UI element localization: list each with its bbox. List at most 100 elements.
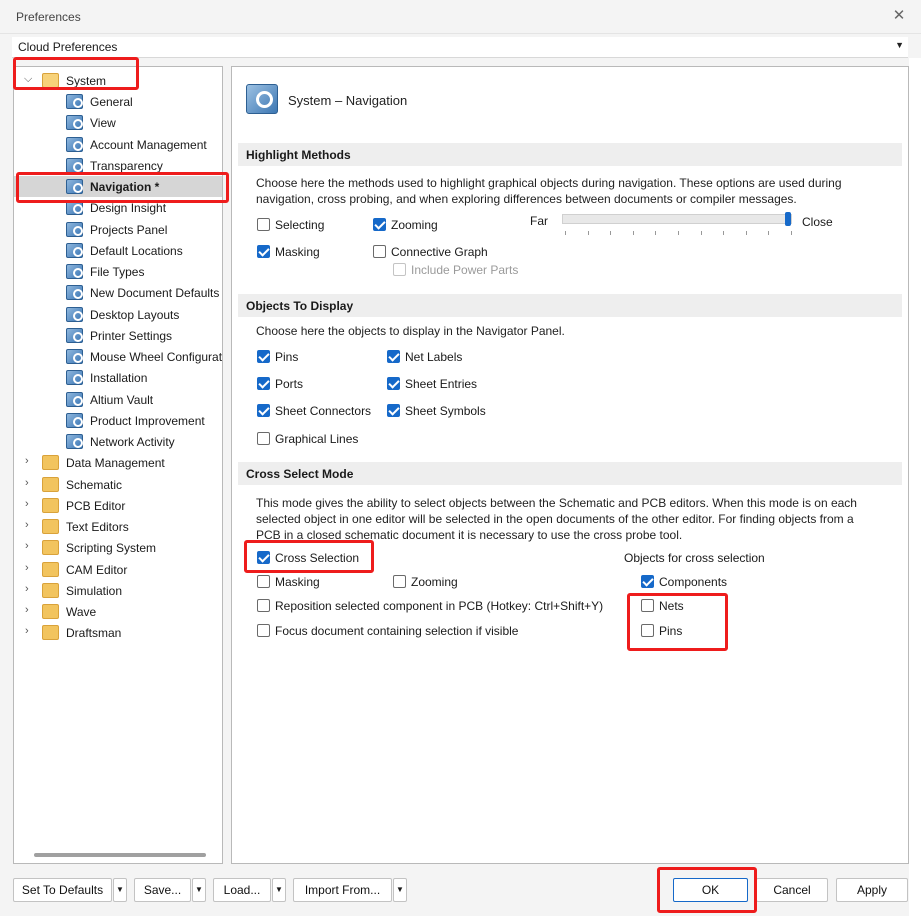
folder-icon xyxy=(42,455,59,471)
tree-item-printer-settings[interactable]: Printer Settings xyxy=(14,325,222,346)
objects-description: Choose here the objects to display in th… xyxy=(256,324,565,338)
folder-icon xyxy=(42,497,59,513)
folder-icon xyxy=(42,582,59,598)
tree-item-default-locations[interactable]: Default Locations xyxy=(14,240,222,261)
page-title: System – Navigation xyxy=(288,93,408,108)
tree-item-label: Network Activity xyxy=(90,435,175,449)
tree-item-cam-editor[interactable]: › CAM Editor xyxy=(14,559,222,580)
chevron-down-icon: ▼ xyxy=(895,40,904,50)
preference-page-icon xyxy=(66,242,83,258)
chevron-right-icon[interactable]: › xyxy=(25,498,29,510)
chevron-right-icon[interactable]: › xyxy=(25,604,29,616)
defaults-dropdown-arrow[interactable]: ▼ xyxy=(113,878,127,902)
preferences-combo[interactable]: Cloud Preferences ▼ xyxy=(12,37,908,58)
cross-description: This mode gives the ability to select ob… xyxy=(256,496,857,542)
load-button[interactable]: Load... xyxy=(213,878,271,902)
import-dropdown-arrow[interactable]: ▼ xyxy=(393,878,407,902)
chevron-right-icon[interactable]: › xyxy=(25,583,29,595)
objects-for-cross-selection-label: Objects for cross selection xyxy=(624,551,765,565)
folder-icon xyxy=(42,519,59,534)
slider-tick xyxy=(700,231,702,235)
tree-item-design-insight[interactable]: Design Insight xyxy=(14,197,222,218)
preference-page-icon xyxy=(66,136,83,152)
save-dropdown-arrow[interactable]: ▼ xyxy=(192,878,206,902)
preference-page-icon xyxy=(66,391,83,407)
slider-tick xyxy=(678,231,679,235)
chevron-right-icon[interactable]: › xyxy=(25,562,29,574)
tree-item-scripting-system[interactable]: › Scripting System xyxy=(14,537,222,558)
tree-item-pcb-editor[interactable]: › PCB Editor xyxy=(14,495,222,516)
tree-item-label: New Document Defaults xyxy=(90,286,220,301)
section-heading: Objects To Display xyxy=(246,299,354,313)
cancel-button[interactable]: Cancel xyxy=(756,878,828,902)
preference-page-icon xyxy=(66,200,83,216)
tree-item-label: General xyxy=(90,95,133,109)
chevron-right-icon[interactable]: › xyxy=(25,519,29,531)
tree-item-navigation[interactable]: Navigation * xyxy=(14,176,222,197)
tree-item-wave[interactable]: › Wave xyxy=(14,601,222,622)
preference-page-icon xyxy=(66,327,83,343)
tree-item-system[interactable]: ⌵ System xyxy=(14,70,222,91)
slider-thumb[interactable] xyxy=(785,212,791,226)
ok-button[interactable]: OK xyxy=(673,878,748,902)
tree-item-simulation[interactable]: › Simulation xyxy=(14,580,222,601)
tree-item-label: Printer Settings xyxy=(90,328,173,343)
tree-item-altium-vault[interactable]: Altium Vault xyxy=(14,389,222,410)
tree-item-data-management[interactable]: › Data Management xyxy=(14,452,222,473)
section-cross-select-mode: Cross Select Mode xyxy=(238,462,902,485)
slider-tick xyxy=(610,231,612,235)
preference-page-icon xyxy=(66,115,83,131)
tree-item-account-management[interactable]: Account Management xyxy=(14,134,222,155)
tree-item-mouse-wheel-configurati[interactable]: Mouse Wheel Configurati xyxy=(14,346,222,367)
tree-item-label: Mouse Wheel Configurati xyxy=(90,350,223,364)
save-button[interactable]: Save... xyxy=(134,878,191,902)
chevron-right-icon[interactable]: › xyxy=(25,455,29,467)
tree-item-schematic[interactable]: › Schematic xyxy=(14,474,222,495)
chevron-right-icon[interactable]: › xyxy=(25,625,29,637)
preferences-tree[interactable]: ⌵ System General View Account Management Tr… xyxy=(13,66,223,864)
tree-item-desktop-layouts[interactable]: Desktop Layouts xyxy=(14,304,222,325)
tree-item-text-editors[interactable]: › Text Editors xyxy=(14,516,222,537)
preference-page-icon xyxy=(66,157,83,173)
tree-item-draftsman[interactable]: › Draftsman xyxy=(14,622,222,643)
tree-item-label: Simulation xyxy=(66,583,123,598)
tree-item-transparency[interactable]: Transparency xyxy=(14,155,222,176)
folder-icon xyxy=(42,540,59,556)
tree-item-product-improvement[interactable]: Product Improvement xyxy=(14,410,222,431)
settings-panel: System – Navigation Highlight Methods Ch… xyxy=(231,66,909,864)
slider-tick xyxy=(723,231,725,235)
title-bar xyxy=(0,0,921,34)
navigation-icon xyxy=(246,84,278,114)
tree-item-new-document-defaults[interactable]: New Document Defaults xyxy=(14,282,222,303)
load-dropdown-arrow[interactable]: ▼ xyxy=(272,878,286,902)
folder-open-icon xyxy=(42,73,59,88)
close-icon[interactable]: ✕ xyxy=(890,6,908,26)
slider-tick xyxy=(655,231,657,235)
preference-page-icon xyxy=(66,179,83,194)
slider-close-label: Close xyxy=(802,215,833,229)
section-highlight-methods: Highlight Methods xyxy=(238,143,902,166)
tree-item-projects-panel[interactable]: Projects Panel xyxy=(14,219,222,240)
tree-item-label: Wave xyxy=(66,605,97,619)
highlight-slider[interactable] xyxy=(562,214,792,224)
slider-tick xyxy=(632,231,634,235)
apply-button[interactable]: Apply xyxy=(836,878,908,902)
tree-item-file-types[interactable]: File Types xyxy=(14,261,222,282)
tree-item-label: Product Improvement xyxy=(90,413,205,428)
set-to-defaults-button[interactable]: Set To Defaults xyxy=(13,878,112,902)
horizontal-scrollbar[interactable] xyxy=(34,853,206,857)
tree-item-general[interactable]: General xyxy=(14,91,222,112)
preference-page-icon xyxy=(66,370,83,386)
tree-item-label: Account Management xyxy=(90,137,207,152)
tree-item-label: Altium Vault xyxy=(90,392,154,407)
chevron-down-icon[interactable]: ⌵ xyxy=(24,73,32,86)
tree-item-label: Data Management xyxy=(66,456,165,471)
import-from-button[interactable]: Import From... xyxy=(293,878,392,902)
tree-item-installation[interactable]: Installation xyxy=(14,367,222,388)
tree-item-label: System xyxy=(66,74,107,88)
tree-item-network-activity[interactable]: Network Activity xyxy=(14,431,222,452)
tree-item-view[interactable]: View xyxy=(14,112,222,133)
chevron-right-icon[interactable]: › xyxy=(25,540,29,552)
preference-page-icon xyxy=(66,221,83,237)
chevron-right-icon[interactable]: › xyxy=(25,477,29,489)
